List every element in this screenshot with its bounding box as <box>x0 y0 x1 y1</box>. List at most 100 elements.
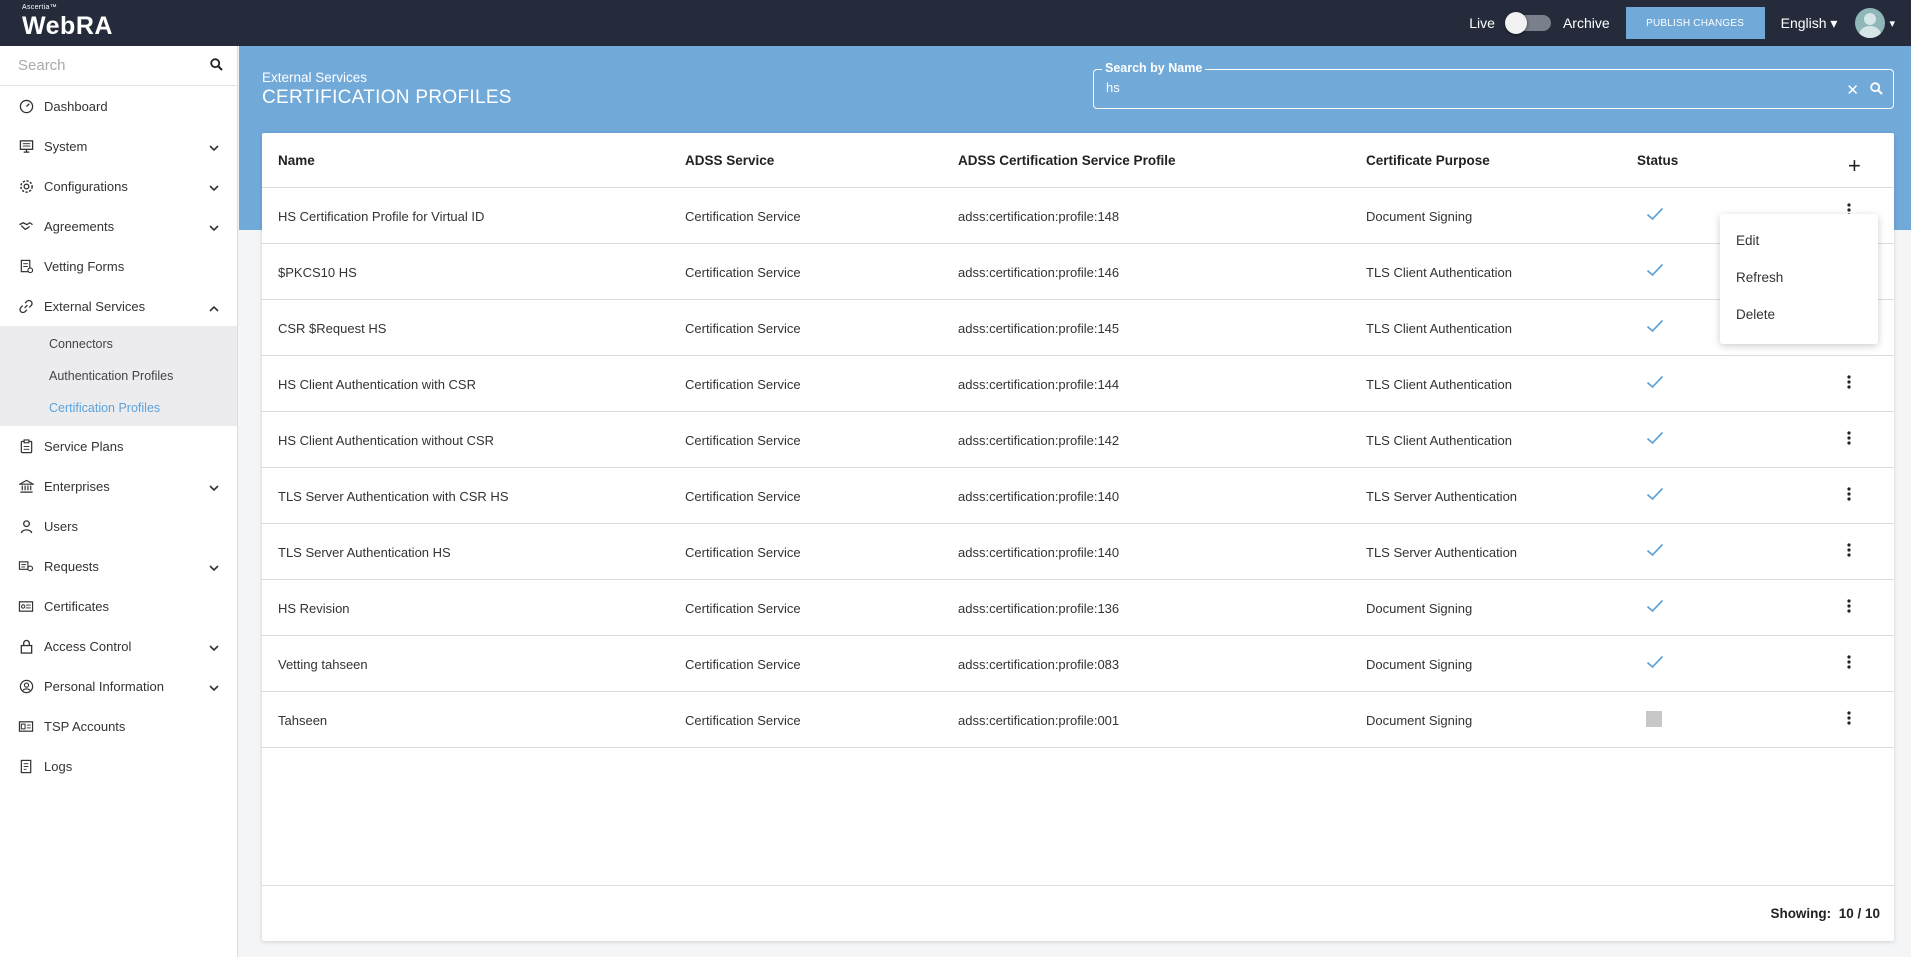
chevron-down-icon[interactable]: ▾ <box>1889 17 1895 30</box>
table-row[interactable]: HS Client Authentication with CSR Certifi… <box>262 356 1894 412</box>
sidebar-item-agreements[interactable]: Agreements <box>0 206 237 246</box>
chevron-down-icon[interactable] <box>209 180 219 195</box>
sidebar-item-enterprises[interactable]: Enterprises <box>0 466 237 506</box>
cell-adss-service: Certification Service <box>685 433 801 448</box>
search-by-name-input[interactable] <box>1106 80 1806 95</box>
bank-icon <box>18 478 34 494</box>
table-row[interactable]: CSR $Request HS Certification Service adss… <box>262 300 1894 356</box>
cell-adss-service: Certification Service <box>685 209 801 224</box>
chevron-down-icon[interactable] <box>209 220 219 235</box>
cell-purpose: TLS Server Authentication <box>1366 489 1518 504</box>
menu-item-refresh[interactable]: Refresh <box>1720 259 1878 296</box>
more-options-icon[interactable] <box>1847 599 1851 616</box>
cell-profile: adss:certification:profile:145 <box>958 321 1120 336</box>
search-legend: Search by Name <box>1102 61 1206 75</box>
cell-name: Tahseen <box>278 713 328 728</box>
external-services-submenu: Connectors Authentication Profiles Certifi… <box>0 326 237 426</box>
sidebar-item-requests[interactable]: Requests <box>0 546 237 586</box>
sidebar-subitem-authentication-profiles[interactable]: Authentication Profiles <box>0 360 237 392</box>
sidebar-item-users[interactable]: Users <box>0 506 237 546</box>
table-row[interactable]: HS Client Authentication without CSR Cert… <box>262 412 1894 468</box>
sidebar-item-label: Certificates <box>44 598 110 614</box>
chevron-down-icon[interactable] <box>209 680 219 695</box>
cell-adss-service: Certification Service <box>685 265 801 280</box>
toggle-knob <box>1504 12 1527 34</box>
search-icon[interactable] <box>1870 82 1883 100</box>
column-header-purpose[interactable]: Certificate Purpose <box>1366 153 1490 168</box>
sidebar-item-label: Vetting Forms <box>44 258 125 274</box>
more-options-icon[interactable] <box>1847 543 1851 560</box>
column-header-status[interactable]: Status <box>1637 153 1678 168</box>
language-selector[interactable]: English ▾ <box>1781 15 1838 32</box>
table-row[interactable]: Tahseen Certification Service adss:certifi… <box>262 692 1894 748</box>
column-header-profile[interactable]: ADSS Certification Service Profile <box>958 153 1176 168</box>
dashboard-icon <box>18 98 34 114</box>
showing-label: Showing: <box>1770 906 1832 921</box>
table-row[interactable]: HS Revision Certification Service adss:cer… <box>262 580 1894 636</box>
publish-changes-button[interactable]: PUBLISH CHANGES <box>1625 7 1765 39</box>
cell-profile: adss:certification:profile:144 <box>958 377 1120 392</box>
table-row[interactable]: TLS Server Authentication with CSR HS Cer… <box>262 468 1894 524</box>
chevron-up-icon[interactable] <box>209 300 219 315</box>
sidebar-item-vetting-forms[interactable]: Vetting Forms <box>0 246 237 286</box>
sidebar-item-tsp-accounts[interactable]: TSP Accounts <box>0 706 237 746</box>
cell-profile: adss:certification:profile:136 <box>958 601 1120 616</box>
cell-purpose: Document Signing <box>1366 657 1473 672</box>
sidebar-item-dashboard[interactable]: Dashboard <box>0 86 237 126</box>
chevron-down-icon[interactable] <box>209 560 219 575</box>
cell-name: $PKCS10 HS <box>278 265 357 280</box>
cell-purpose: TLS Server Authentication <box>1366 545 1518 560</box>
more-options-icon[interactable] <box>1847 487 1851 504</box>
form-icon <box>18 258 34 274</box>
sidebar-item-system[interactable]: System <box>0 126 237 166</box>
sidebar-subitem-connectors[interactable]: Connectors <box>0 328 237 360</box>
sidebar-item-service-plans[interactable]: Service Plans <box>0 426 237 466</box>
cell-adss-service: Certification Service <box>685 601 801 616</box>
cell-purpose: TLS Client Authentication <box>1366 377 1512 392</box>
more-options-icon[interactable] <box>1847 375 1851 392</box>
cell-purpose: TLS Client Authentication <box>1366 321 1512 336</box>
sidebar-item-label: Users <box>44 518 78 534</box>
more-options-icon[interactable] <box>1847 655 1851 672</box>
sidebar-item-personal-information[interactable]: Personal Information <box>0 666 237 706</box>
clear-icon[interactable]: ✕ <box>1846 81 1859 99</box>
sidebar-item-access-control[interactable]: Access Control <box>0 626 237 666</box>
sidebar-item-label: Logs <box>44 758 73 774</box>
table-row[interactable]: TLS Server Authentication HS Certificatio… <box>262 524 1894 580</box>
column-header-name[interactable]: Name <box>278 153 315 168</box>
chevron-down-icon[interactable] <box>209 480 219 495</box>
sidebar-item-configurations[interactable]: Configurations <box>0 166 237 206</box>
sidebar-item-external-services[interactable]: External Services <box>0 286 237 326</box>
chevron-down-icon[interactable] <box>209 640 219 655</box>
cell-profile: adss:certification:profile:142 <box>958 433 1120 448</box>
app-logo[interactable]: Ascertia™ WebRA <box>22 4 113 40</box>
cell-adss-service: Certification Service <box>685 713 801 728</box>
user-avatar[interactable] <box>1855 8 1886 38</box>
sidebar-item-label: Agreements <box>44 218 115 234</box>
table-row[interactable]: Vetting tahseen Certification Service adss… <box>262 636 1894 692</box>
sidebar-item-certificates[interactable]: Certificates <box>0 586 237 626</box>
live-archive-toggle[interactable] <box>1504 12 1551 34</box>
more-options-icon[interactable] <box>1847 711 1851 728</box>
menu-item-delete[interactable]: Delete <box>1720 296 1878 333</box>
sidebar-item-label: Dashboard <box>44 98 108 114</box>
cell-name: HS Revision <box>278 601 350 616</box>
cell-profile: adss:certification:profile:083 <box>958 657 1120 672</box>
table-row[interactable]: $PKCS10 HS Certification Service adss:cert… <box>262 244 1894 300</box>
cell-name: HS Certification Profile for Virtual ID <box>278 209 485 224</box>
menu-item-edit[interactable]: Edit <box>1720 222 1878 259</box>
showing-count: Showing: 10 / 10 <box>1770 906 1880 921</box>
more-options-icon[interactable] <box>1847 431 1851 448</box>
search-icon[interactable] <box>210 58 223 76</box>
check-icon <box>1646 655 1664 672</box>
table-row[interactable]: HS Certification Profile for Virtual ID C… <box>262 188 1894 244</box>
column-header-adss-service[interactable]: ADSS Service <box>685 153 774 168</box>
add-profile-button[interactable]: + <box>1848 153 1861 179</box>
sidebar-item-logs[interactable]: Logs <box>0 746 237 786</box>
breadcrumb[interactable]: External Services <box>262 70 367 85</box>
sidebar-subitem-certification-profiles[interactable]: Certification Profiles <box>0 392 237 424</box>
sidebar-search-input[interactable] <box>18 46 218 84</box>
table-header: Name ADSS Service ADSS Certification Ser… <box>262 133 1894 188</box>
sidebar-item-label: Requests <box>44 558 99 574</box>
chevron-down-icon[interactable] <box>209 140 219 155</box>
